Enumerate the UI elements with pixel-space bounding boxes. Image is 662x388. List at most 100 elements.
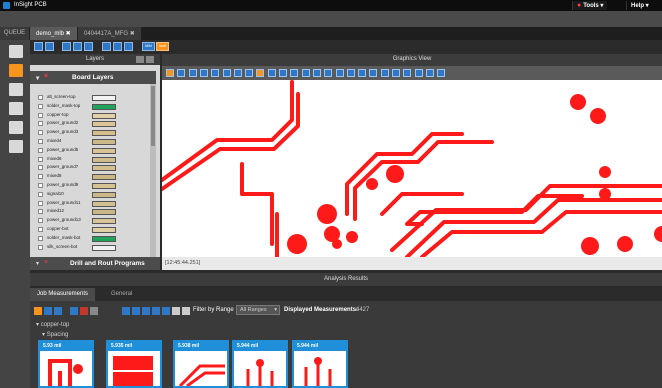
tree-copper-top[interactable]: ▾ copper-top [36,321,69,328]
measurement-card[interactable]: 5.944 mil [232,340,288,388]
layer-visibility-checkbox[interactable] [38,121,43,127]
pan-icon[interactable] [211,69,220,77]
measurement-card[interactable]: 5.935 mil [106,340,162,388]
settings-icon[interactable] [335,69,344,77]
save-icon[interactable] [34,42,43,51]
tree-spacing[interactable]: ▾ Spacing [42,331,68,338]
trace-icon[interactable] [392,69,400,77]
layer-row[interactable]: mixed12 [30,208,150,216]
layer-visibility-checkbox[interactable] [38,200,43,206]
arrow-icon[interactable] [122,307,130,315]
expand-arrow-icon[interactable]: ▾ [36,260,39,267]
ruler-icon[interactable] [267,69,276,77]
filter-range-icon[interactable] [182,307,190,315]
collapse-icon[interactable] [152,307,160,315]
layer-row[interactable]: mixed4 [30,138,150,146]
grid-icon[interactable] [102,42,111,51]
net-icon[interactable] [358,69,367,77]
tab-general[interactable]: General [104,288,139,301]
layout-icon[interactable] [113,42,122,51]
layer-toggle-icon[interactable] [245,69,254,77]
measurement-card[interactable]: 5.944 mil [292,340,348,388]
float-panel-icon[interactable] [146,56,154,63]
layer-row[interactable]: signal10 [30,191,150,199]
drc-icon[interactable] [346,69,355,77]
view-icon[interactable] [70,307,78,315]
panel-icon[interactable] [124,42,133,51]
drill-rout-header[interactable]: ▾ × Drill and Rout Programs [30,257,160,270]
measure-icon[interactable] [233,69,242,77]
grid-icon[interactable] [256,69,265,77]
layers-scrollbar[interactable] [150,84,156,257]
report-icon[interactable] [9,121,23,134]
scrollbar-thumb[interactable] [151,86,155,146]
layer-visibility-checkbox[interactable] [38,191,43,197]
settings-icon[interactable] [172,307,180,315]
highlight-icon[interactable] [290,69,299,77]
layer-row[interactable]: power_ground7 [30,164,150,172]
layer-row[interactable]: power_ground5 [30,147,150,155]
export-icon[interactable] [324,69,333,77]
tab-queue[interactable]: QUEUE [0,27,30,40]
snap-icon[interactable] [279,69,287,77]
copy-icon[interactable] [403,69,412,77]
tab-job-measurements[interactable]: Job Measurements [30,288,96,301]
report-icon[interactable] [90,307,98,315]
layer-row[interactable]: power_ground9 [30,182,150,190]
step-icon[interactable] [84,42,93,51]
zoom-fit-icon[interactable] [177,69,186,77]
minus-icon[interactable] [132,307,140,315]
pad-icon[interactable] [380,69,389,77]
home-icon[interactable] [166,69,174,77]
chart-icon[interactable] [80,307,88,315]
copy-icon[interactable] [162,307,170,315]
layer-visibility-checkbox[interactable] [38,165,43,171]
tab-0404417a-mfg[interactable]: 0404417A_MFG ✖ [78,27,142,40]
layer-visibility-checkbox[interactable] [38,209,43,215]
pcb-canvas[interactable] [160,54,662,259]
layer-visibility-checkbox[interactable] [38,244,43,250]
zoom-in-icon[interactable] [188,69,197,77]
stop-icon[interactable] [73,42,82,51]
paste-icon[interactable] [414,69,423,77]
layer-row[interactable]: mixed6 [30,156,150,164]
undo-icon[interactable] [425,69,434,77]
board-layers-header[interactable]: ▾ × Board Layers [30,71,156,84]
select-icon[interactable] [222,69,231,77]
filter-icon[interactable] [34,307,42,315]
layer-row[interactable]: mixed8 [30,173,150,181]
layer-visibility-checkbox[interactable] [38,147,43,153]
remove-icon[interactable]: × [44,73,48,80]
layer-row[interactable]: copper-bot [30,226,150,234]
drill-icon[interactable] [9,83,23,96]
refresh-icon[interactable] [45,42,54,51]
measurement-card[interactable]: 5.938 mil [173,340,229,388]
tab-demo-mlb[interactable]: demo_mlb ✖ [30,27,78,40]
play-icon[interactable] [62,42,71,51]
layer-row[interactable]: power_ground3 [30,129,150,137]
layer-row[interactable]: copper-top [30,112,150,120]
layer-visibility-checkbox[interactable] [38,174,43,180]
layer-visibility-checkbox[interactable] [38,227,43,232]
layer-visibility-checkbox[interactable] [38,183,43,188]
measurement-card[interactable]: 5.93 mil [38,340,94,388]
layer-visibility-checkbox[interactable] [38,218,43,224]
collapse-arrow-icon[interactable]: ▾ [36,74,39,82]
document-icon[interactable] [9,45,23,58]
filter-range-select[interactable]: All Ranges ▾ [236,305,280,315]
help-menu[interactable]: Help ▾ [626,1,653,10]
via-icon[interactable] [369,69,378,77]
tools-menu[interactable]: ● Tools ▾ [572,1,608,10]
layer-visibility-checkbox[interactable] [38,139,43,144]
search-icon[interactable] [301,69,310,77]
layer-visibility-checkbox[interactable] [38,95,43,100]
inch-toggle[interactable]: Inch [156,42,169,51]
layer-row[interactable]: solder_mask-bot [30,235,150,243]
add-icon[interactable] [44,307,52,315]
layer-visibility-checkbox[interactable] [38,112,43,118]
layer-row[interactable]: power_ground11 [30,200,150,208]
redo-icon[interactable] [437,69,446,77]
remove-icon[interactable]: × [44,259,48,266]
layers-icon[interactable] [9,64,23,77]
layer-row[interactable]: solder_mask-top [30,103,150,111]
